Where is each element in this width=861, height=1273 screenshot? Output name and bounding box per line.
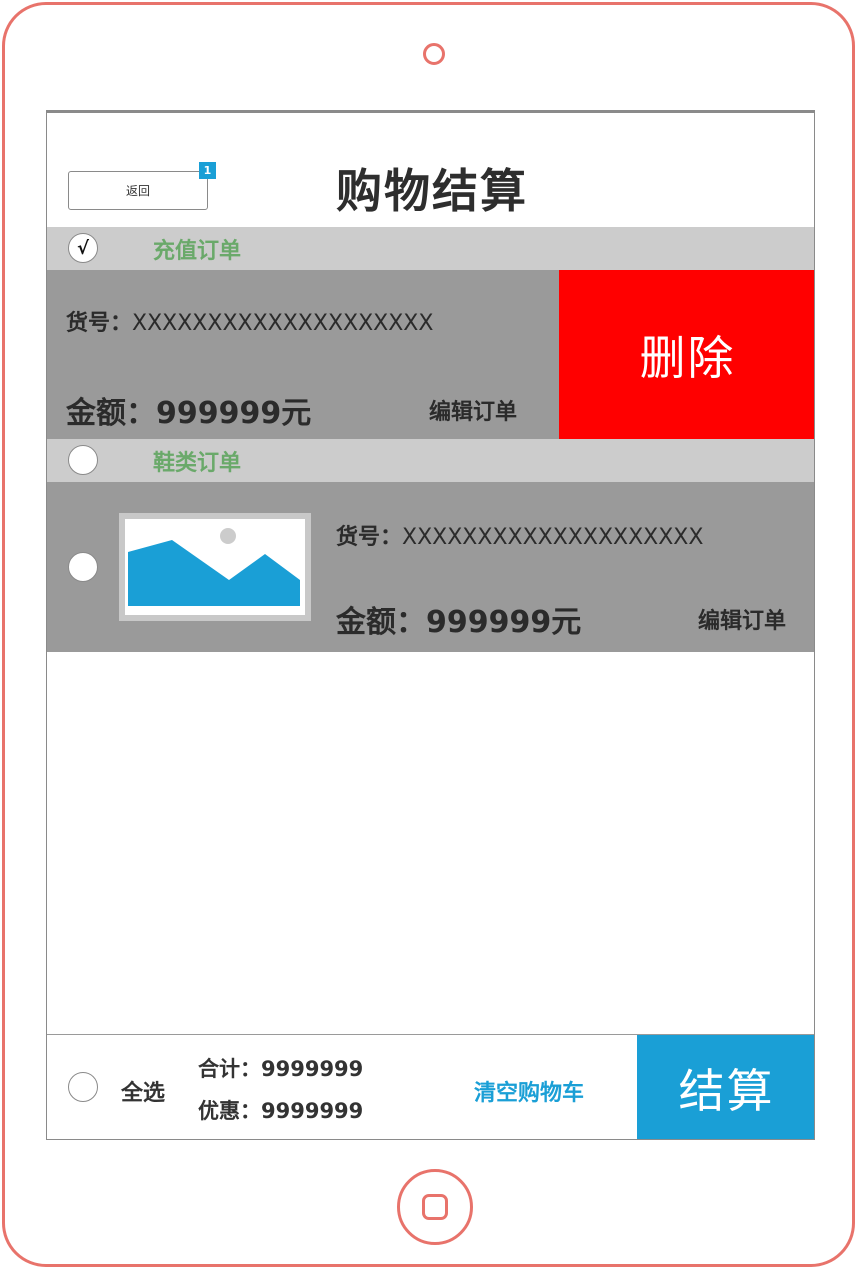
item-checkbox[interactable] (68, 552, 98, 582)
app-screen: 返回 1 购物结算 √ 充值订单 货号：XXXXXXXXXXXXXXXXXXXX… (46, 110, 815, 1140)
delete-button[interactable]: 删除 (559, 270, 814, 439)
edit-order-link[interactable]: 编辑订单 (698, 603, 786, 635)
home-button-icon (422, 1194, 448, 1220)
notification-badge: 1 (199, 162, 216, 179)
select-all-label[interactable]: 全选 (121, 1075, 165, 1107)
clear-cart-link[interactable]: 清空购物车 (474, 1075, 584, 1107)
order-row-recharge: 货号：XXXXXXXXXXXXXXXXXXXX 金额：999999元 编辑订单 … (47, 227, 814, 439)
order-amount: 金额：999999元 (336, 605, 582, 640)
order-amount: 金额：999999元 (66, 396, 312, 431)
total-amount: 合计：9999999 (198, 1057, 364, 1081)
page-header: 返回 1 购物结算 (47, 113, 814, 228)
select-all-checkbox[interactable] (68, 1072, 98, 1102)
discount-amount: 优惠：9999999 (198, 1099, 364, 1123)
image-placeholder-icon (128, 528, 300, 606)
page-title: 购物结算 (336, 164, 528, 218)
edit-order-link[interactable]: 编辑订单 (429, 394, 517, 426)
product-thumbnail[interactable] (119, 513, 311, 621)
group-checkbox-shoes[interactable] (68, 445, 98, 475)
group-label: 鞋类订单 (153, 451, 242, 476)
group-header-shoes: 鞋类订单 (47, 439, 814, 482)
order-info-panel[interactable]: 货号：XXXXXXXXXXXXXXXXXXXX 金额：999999元 编辑订单 (47, 270, 559, 439)
order-code: 货号：XXXXXXXXXXXXXXXXXXXX (336, 525, 704, 550)
order-code: 货号：XXXXXXXXXXXXXXXXXXXX (66, 311, 434, 336)
order-row-shoes: 货号：XXXXXXXXXXXXXXXXXXXX 金额：999999元 编辑订单 (47, 482, 814, 652)
camera-icon (423, 43, 445, 65)
checkout-button[interactable]: 结算 (637, 1035, 814, 1139)
back-button[interactable]: 返回 (68, 171, 208, 210)
checkout-footer: 全选 合计：9999999 优惠：9999999 清空购物车 结算 (47, 1034, 814, 1139)
home-button[interactable] (397, 1169, 473, 1245)
